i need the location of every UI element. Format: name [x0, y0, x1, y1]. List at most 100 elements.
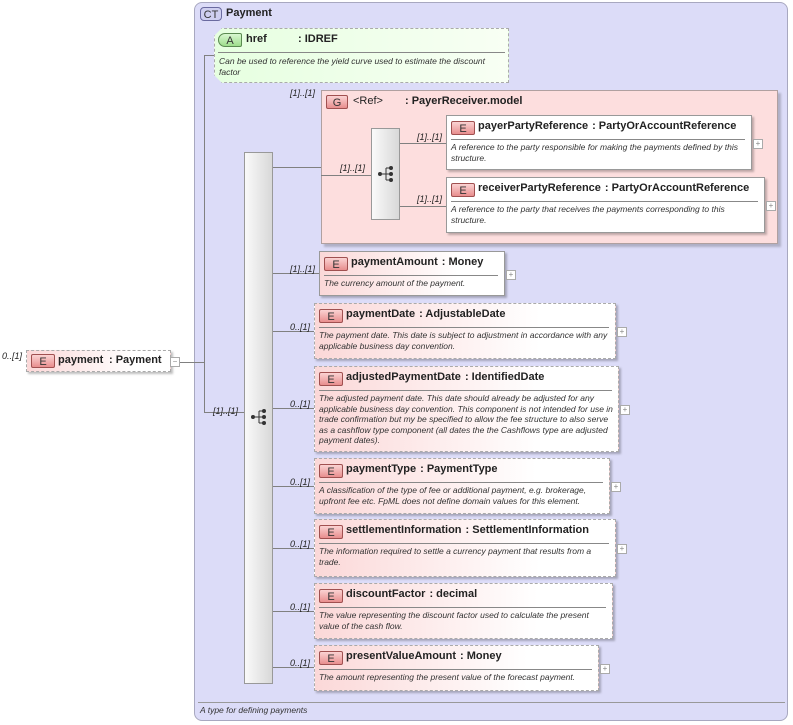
expand-icon[interactable]: +	[617, 544, 627, 554]
element-divider	[451, 201, 758, 202]
element-cardinality: 0..[1]	[290, 658, 311, 668]
footer-divider	[198, 702, 785, 703]
element-name: paymentAmount	[351, 256, 438, 268]
element-cardinality: 0..[1]	[290, 477, 311, 487]
element-divider	[324, 275, 498, 276]
expand-icon[interactable]: +	[753, 138, 763, 149]
expand-icon[interactable]: +	[611, 482, 621, 492]
root-element-type: : Payment	[109, 354, 162, 366]
element-name: adjustedPaymentDate	[346, 371, 461, 383]
element-cardinality: 0..[1]	[290, 399, 311, 409]
element-divider	[319, 390, 612, 391]
element-type: : decimal	[429, 588, 478, 600]
sequence-cardinality: [1]..[1]	[213, 406, 239, 416]
element-badge: E	[319, 464, 343, 478]
connector-line	[180, 362, 204, 363]
element-cardinality: 0..[1]	[290, 322, 311, 332]
sequence-icon	[251, 409, 266, 425]
element-cardinality: [1]..[1]	[417, 194, 443, 204]
element-title: adjustedPaymentDate: IdentifiedDate	[346, 371, 544, 383]
element-name: receiverPartyReference	[478, 182, 601, 194]
connector-line	[400, 143, 446, 144]
connector-line	[204, 55, 214, 56]
element-title: settlementInformation: SettlementInforma…	[346, 524, 589, 536]
element-type: : PartyOrAccountReference	[604, 182, 750, 194]
element-divider	[451, 139, 745, 140]
sequence-icon	[378, 166, 393, 182]
element-type: : Money	[441, 256, 484, 268]
connector-line	[400, 206, 446, 207]
element-divider	[319, 607, 606, 608]
element-badge: E	[451, 121, 475, 135]
element-name: payerPartyReference	[478, 120, 589, 132]
element-divider	[319, 482, 603, 483]
element-cardinality: 0..[1]	[290, 539, 311, 549]
complex-type-badge: CT	[200, 7, 222, 21]
element-badge: E	[451, 183, 475, 197]
connector-line	[204, 55, 205, 413]
element-badge: E	[319, 525, 343, 539]
element-type: : IdentifiedDate	[464, 371, 545, 383]
element-type: : AdjustableDate	[419, 308, 506, 320]
root-element-badge: E	[31, 354, 55, 368]
element-description: The payment date. This date is subject t…	[319, 330, 608, 351]
element-description: The adjusted payment date. This date sho…	[319, 393, 613, 445]
element-name: discountFactor	[346, 588, 426, 600]
element-name: presentValueAmount	[346, 650, 457, 662]
root-cardinality: 0..[1]	[2, 351, 23, 361]
group-name: <Ref>	[353, 95, 383, 107]
element-badge: E	[319, 372, 343, 386]
connector-line	[273, 167, 321, 168]
element-name: paymentDate	[346, 308, 416, 320]
complex-type-description: A type for defining payments	[200, 705, 308, 715]
attribute-name: href	[246, 33, 267, 45]
element-name: settlementInformation	[346, 524, 462, 536]
element-badge: E	[319, 309, 343, 323]
complex-type-name: Payment	[226, 7, 272, 19]
element-divider	[319, 669, 592, 670]
element-type: : PaymentType	[420, 463, 498, 475]
expand-icon[interactable]: +	[617, 327, 627, 337]
element-name: paymentType	[346, 463, 417, 475]
element-description: The currency amount of the payment.	[324, 278, 466, 288]
attribute-description: Can be used to reference the yield curve…	[219, 56, 486, 77]
element-title: paymentDate: AdjustableDate	[346, 308, 505, 320]
element-description: The information required to settle a cur…	[319, 546, 592, 567]
element-title: discountFactor: decimal	[346, 588, 477, 600]
element-badge: E	[319, 651, 343, 665]
collapse-icon[interactable]: −	[170, 357, 180, 367]
element-cardinality: 0..[1]	[290, 602, 311, 612]
expand-icon[interactable]: +	[766, 201, 776, 211]
element-title: paymentType: PaymentType	[346, 463, 498, 475]
expand-icon[interactable]: +	[506, 269, 516, 280]
attribute-badge: A	[218, 33, 242, 47]
element-description: A classification of the type of fee or a…	[319, 485, 587, 506]
element-description: The value representing the discount fact…	[319, 610, 589, 631]
element-title: presentValueAmount: Money	[346, 650, 502, 662]
group-type: : PayerReceiver.model	[405, 95, 523, 107]
element-divider	[319, 543, 609, 544]
connector-line	[321, 175, 371, 176]
element-badge: E	[324, 257, 348, 271]
element-cardinality: [1]..[1]	[290, 264, 316, 274]
element-title: receiverPartyReference: PartyOrAccountRe…	[478, 182, 749, 194]
element-type: : PartyOrAccountReference	[592, 120, 737, 132]
expand-icon[interactable]: +	[600, 664, 610, 674]
element-description: A reference to the party that receives t…	[451, 204, 725, 225]
element-type: : SettlementInformation	[465, 524, 589, 536]
element-cardinality: [1]..[1]	[417, 132, 443, 142]
element-description: The amount representing the present valu…	[319, 672, 576, 682]
group-cardinality: [1]..[1]	[290, 88, 316, 98]
attribute-divider	[218, 52, 505, 53]
element-badge: E	[319, 589, 343, 603]
element-type: : Money	[460, 650, 502, 662]
element-divider	[319, 327, 609, 328]
element-title: payerPartyReference: PartyOrAccountRefer…	[478, 120, 736, 132]
element-description: A reference to the party responsible for…	[451, 142, 738, 163]
element-title: paymentAmount: Money	[351, 256, 483, 268]
group-sequence-cardinality: [1]..[1]	[340, 163, 366, 173]
root-element-name: payment	[58, 354, 104, 366]
group-badge: G	[326, 95, 348, 109]
attribute-type: : IDREF	[298, 33, 338, 45]
expand-icon[interactable]: +	[620, 405, 630, 415]
